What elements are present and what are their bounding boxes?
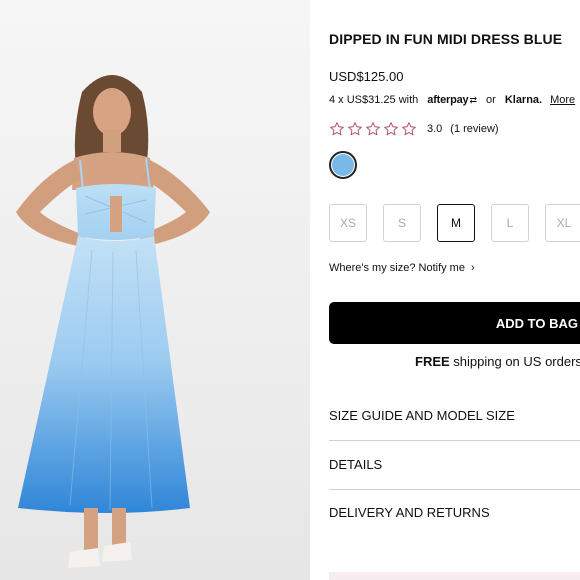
color-swatch-blue[interactable] [329,151,357,179]
chevron-right-icon: › [470,262,475,274]
size-help-text: Where's my size? Notify me [329,262,465,274]
accordion-size-guide-label: SIZE GUIDE AND MODEL SIZE [329,408,515,423]
star-icon [348,122,362,136]
size-option-xl[interactable]: XL [545,204,580,242]
size-option-xs[interactable]: XS [329,204,367,242]
divider [329,489,580,490]
star-icon [402,122,416,136]
rating-score: 3.0 [427,123,443,135]
more-link[interactable]: More [550,94,575,106]
bottom-strip [329,572,580,580]
size-help-link[interactable]: Where's my size? Notify me › [329,262,475,274]
size-option-m[interactable]: M [437,204,475,242]
star-icon [366,122,380,136]
rating[interactable]: 3.0 (1 review) [329,121,499,137]
accordion-details-label: DETAILS [329,457,383,472]
installment-or: or [486,94,496,106]
shipping-free: FREE [415,354,450,369]
product-photo[interactable] [0,0,310,580]
divider [329,440,580,441]
klarna-logo: Klarna. [504,94,543,106]
swatch-fill [332,154,354,176]
accordion-delivery-returns-label: DELIVERY AND RETURNS [329,505,490,520]
product-price: USD$125.00 [329,69,404,84]
star-icon [330,122,344,136]
size-option-l[interactable]: L [491,204,529,242]
afterpay-logo: afterpay [427,94,469,106]
star-rating [329,121,419,137]
shipping-note: FREE shipping on US orders [415,354,580,369]
afterpay-arrow-icon: ⇄ [469,94,478,105]
review-count-link[interactable]: (1 review) [450,123,498,135]
product-details-panel: DIPPED IN FUN MIDI DRESS BLUE USD$125.00… [329,0,580,580]
add-to-bag-button[interactable]: ADD TO BAG [329,302,580,344]
shipping-text: shipping on US orders [449,354,580,369]
installment-text: 4 x US$31.25 with [329,94,419,106]
size-selector: XS S M L XL [329,204,580,242]
product-title: DIPPED IN FUN MIDI DRESS BLUE [329,31,563,47]
star-icon [384,122,398,136]
model-in-dress-image [16,75,210,568]
installment-info: 4 x US$31.25 with afterpay ⇄ or Klarna. … [329,94,575,106]
size-option-s[interactable]: S [383,204,421,242]
